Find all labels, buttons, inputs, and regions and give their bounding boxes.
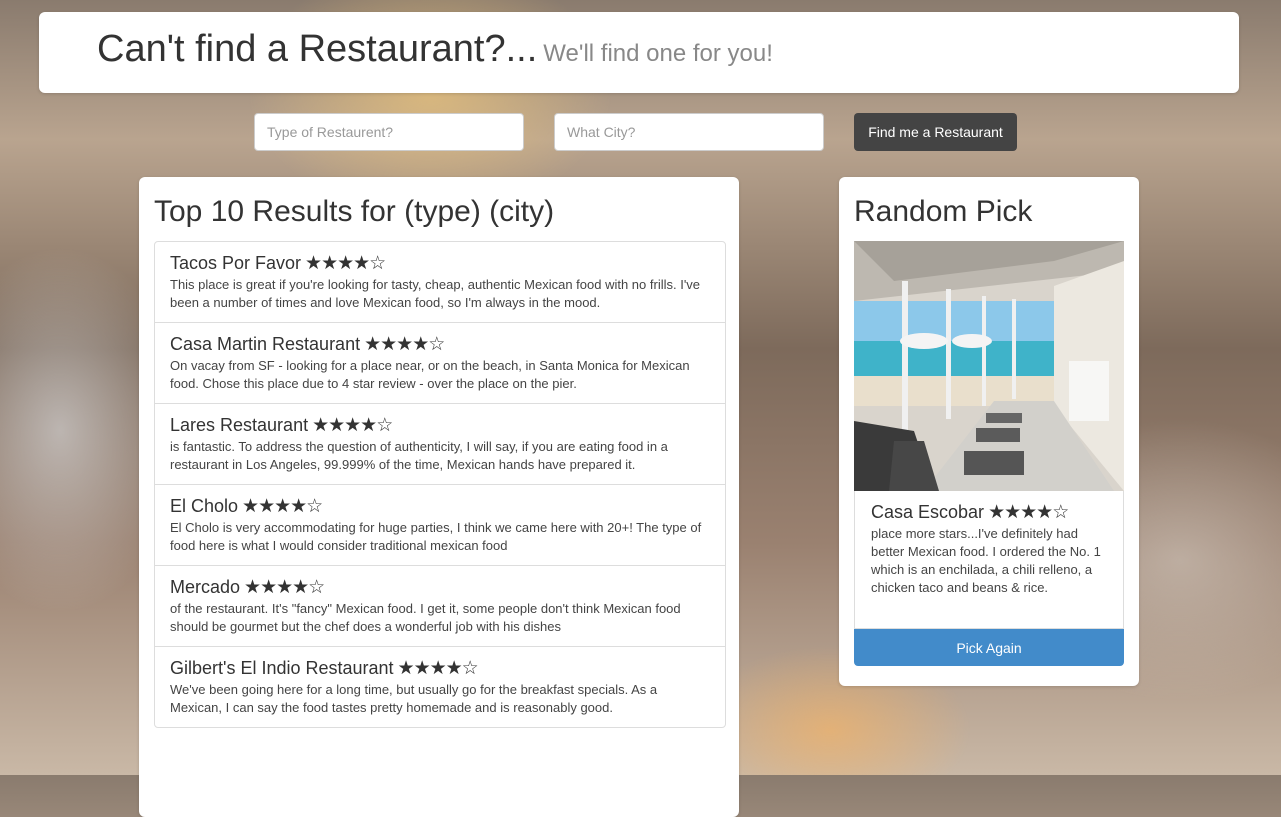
restaurant-type-input[interactable] bbox=[254, 113, 524, 151]
pick-restaurant-name: Casa Escobar bbox=[871, 502, 985, 522]
restaurant-name: Gilbert's El Indio Restaurant bbox=[170, 658, 394, 678]
star-rating: ★★★★☆ bbox=[244, 576, 325, 598]
list-item[interactable]: Gilbert's El Indio Restaurant ★★★★☆ We've… bbox=[155, 646, 725, 727]
restaurant-name: Tacos Por Favor bbox=[170, 253, 302, 273]
page-subtitle: We'll find one for you! bbox=[543, 40, 773, 67]
pick-again-button[interactable]: Pick Again bbox=[854, 629, 1124, 666]
review-snippet: This place is great if you're looking fo… bbox=[170, 277, 701, 310]
review-snippet: El Cholo is very accommodating for huge … bbox=[170, 520, 702, 553]
list-item[interactable]: Tacos Por Favor ★★★★☆ This place is great… bbox=[155, 242, 725, 322]
review-snippet: On vacay from SF - looking for a place n… bbox=[170, 358, 690, 391]
restaurant-name: Lares Restaurant bbox=[170, 415, 309, 435]
find-restaurant-button[interactable]: Find me a Restaurant bbox=[854, 113, 1017, 151]
results-list: Tacos Por Favor ★★★★☆ This place is great… bbox=[154, 241, 726, 728]
page-title-text: Can't find a Restaurant?... bbox=[97, 28, 538, 70]
list-item[interactable]: Casa Martin Restaurant ★★★★☆ On vacay fro… bbox=[155, 322, 725, 403]
review-snippet: We've been going here for a long time, b… bbox=[170, 682, 658, 715]
list-item[interactable]: El Cholo ★★★★☆ El Cholo is very accommoda… bbox=[155, 484, 725, 565]
star-rating: ★★★★☆ bbox=[364, 333, 445, 355]
results-heading: Top 10 Results for (type) (city) bbox=[154, 195, 555, 228]
review-snippet: of the restaurant. It's "fancy" Mexican … bbox=[170, 601, 681, 634]
list-item[interactable]: Lares Restaurant ★★★★☆ is fantastic. To a… bbox=[155, 403, 725, 484]
star-rating: ★★★★☆ bbox=[988, 501, 1069, 523]
restaurant-name: El Cholo bbox=[170, 496, 239, 516]
star-rating: ★★★★☆ bbox=[312, 414, 393, 436]
page-title: Can't find a Restaurant?... We'll find on… bbox=[97, 28, 773, 71]
restaurant-name: Mercado bbox=[170, 577, 241, 597]
city-input[interactable] bbox=[554, 113, 824, 151]
star-rating: ★★★★☆ bbox=[305, 252, 386, 274]
page-header: Can't find a Restaurant?... We'll find on… bbox=[39, 12, 1239, 93]
random-pick-panel: Random Pick Casa Escobar ★★★★☆ place mor… bbox=[839, 177, 1139, 686]
random-pick-heading: Random Pick bbox=[854, 195, 1033, 228]
restaurant-name: Casa Martin Restaurant bbox=[170, 334, 361, 354]
results-panel: Top 10 Results for (type) (city) Tacos P… bbox=[139, 177, 739, 817]
star-rating: ★★★★☆ bbox=[242, 495, 323, 517]
random-pick-card: Casa Escobar ★★★★☆ place more stars...I'v… bbox=[854, 491, 1124, 629]
list-item[interactable]: Mercado ★★★★☆ of the restaurant. It's "fa… bbox=[155, 565, 725, 646]
restaurant-photo-illustration bbox=[854, 241, 1124, 491]
pick-review-snippet: place more stars...I've definitely had b… bbox=[871, 526, 1101, 595]
star-rating: ★★★★☆ bbox=[397, 657, 479, 679]
restaurant-photo bbox=[854, 241, 1124, 491]
review-snippet: is fantastic. To address the question of… bbox=[170, 439, 668, 472]
